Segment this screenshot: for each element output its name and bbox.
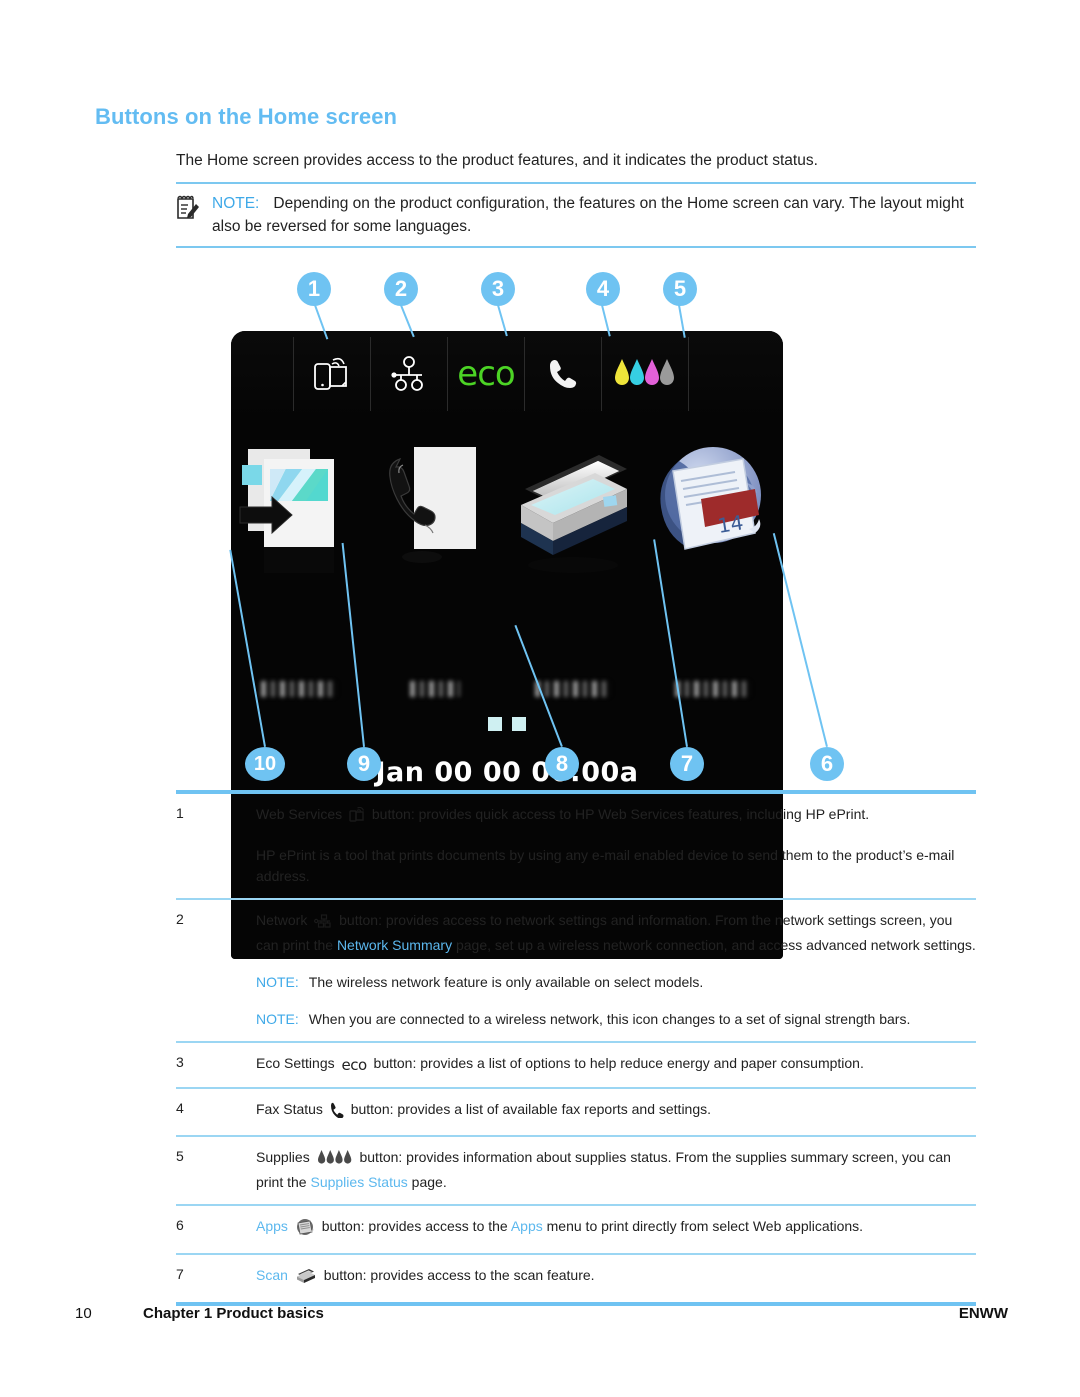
page-dot-2[interactable] <box>512 717 526 731</box>
apps-app-icon[interactable]: 14 <box>643 431 783 697</box>
callout-10: 10 <box>245 747 285 781</box>
xref-scan-lead[interactable]: Scan <box>256 1267 288 1283</box>
network-icon[interactable] <box>371 337 448 411</box>
display-toolbar: eco <box>231 331 783 417</box>
table-row: 6 Apps button: provides access to the Ap… <box>176 1206 976 1253</box>
date-time-display: Jan 00 00 00:00a <box>375 757 639 788</box>
row-number: 2 <box>176 911 184 927</box>
row-number: 7 <box>176 1266 184 1282</box>
scan-app-label <box>535 681 611 697</box>
network-icon <box>314 914 332 935</box>
footer-locale: ENWW <box>958 1305 1008 1322</box>
toolbar-blank-right <box>689 337 781 411</box>
table-row: 2 Network button: provides access to net… <box>176 900 976 1041</box>
supplies-icon <box>317 1149 353 1172</box>
callout-9: 9 <box>347 747 381 781</box>
row-number: 5 <box>176 1148 184 1164</box>
home-screen-figure: 1 2 3 4 5 eco 14 Jan 00 00 00:00a 10 9 8… <box>0 255 1080 959</box>
row-lead-text: Eco Settings <box>256 1055 335 1071</box>
intro-paragraph: The Home screen provides access to the p… <box>176 152 818 169</box>
notepad-pencil-icon <box>176 194 200 220</box>
note-callout-box: NOTE: Depending on the product configurat… <box>176 182 976 248</box>
scanner-icon <box>295 1267 317 1291</box>
row-number: 3 <box>176 1054 184 1070</box>
xref-network-summary[interactable]: Network Summary <box>337 937 452 953</box>
scan-app-icon[interactable] <box>503 431 643 697</box>
eco-settings-icon[interactable]: eco <box>448 337 525 411</box>
row-note-1: NOTE: The wireless network feature is onl… <box>256 972 976 993</box>
web-services-icon <box>349 806 365 829</box>
xref-apps-lead[interactable]: Apps <box>256 1218 288 1234</box>
callout-2: 2 <box>384 272 418 306</box>
page-title: Buttons on the Home screen <box>95 104 398 129</box>
eco-settings-icon: eco <box>341 1056 368 1074</box>
table-row: 3 Eco Settings eco button: provides a li… <box>176 1043 976 1087</box>
row-lead-text: Web Services <box>256 806 343 822</box>
toolbar-blank-left <box>231 337 294 411</box>
row-note-2: NOTE: When you are connected to a wireles… <box>256 1009 976 1030</box>
callout-4: 4 <box>586 272 620 306</box>
note-text: When you are connected to a wireless net… <box>308 1011 911 1027</box>
table-row: 5 Supplies button: provides information … <box>176 1137 976 1204</box>
note-text: The wireless network feature is only ava… <box>308 974 704 990</box>
row-tail-text: button: provides access to the scan feat… <box>319 1267 595 1283</box>
callout-8: 8 <box>545 747 579 781</box>
apps-badge-14: 14 <box>716 510 745 538</box>
row-tail-b: menu to print directly from select Web a… <box>542 1218 864 1234</box>
page-dot-1[interactable] <box>488 717 502 731</box>
table-row: 1 Web Services button: provides quick ac… <box>176 794 976 898</box>
footer-chapter: Chapter 1 Product basics <box>143 1305 324 1322</box>
row-lead-text: Network <box>256 912 308 928</box>
callout-5: 5 <box>663 272 697 306</box>
row-lead-text: Fax Status <box>256 1101 323 1117</box>
copy-app-icon[interactable] <box>231 431 367 697</box>
fax-status-icon <box>330 1101 344 1124</box>
page-footer: 10 Chapter 1 Product basics ENWW <box>0 1305 1080 1333</box>
row-tail-text: button: provides a list of available fax… <box>346 1101 712 1117</box>
supplies-icon[interactable] <box>602 337 689 411</box>
row-tail-a: button: provides access to the <box>317 1218 511 1234</box>
apps-app-label <box>675 681 751 697</box>
page-indicator-dots <box>488 717 526 731</box>
callout-6: 6 <box>810 747 844 781</box>
row-number: 1 <box>176 805 184 821</box>
xref-supplies-status[interactable]: Supplies Status <box>310 1174 407 1190</box>
row-extra-text: HP ePrint is a tool that prints document… <box>256 847 955 884</box>
row-tail-b: page, set up a wireless network connecti… <box>452 937 976 953</box>
web-services-icon[interactable] <box>294 337 371 411</box>
eco-label: eco <box>457 354 515 394</box>
row-tail-text: button: provides a list of options to he… <box>369 1055 864 1071</box>
fax-app-label <box>410 681 460 697</box>
note-label: NOTE: <box>256 974 299 990</box>
callout-1: 1 <box>297 272 331 306</box>
callout-3: 3 <box>481 272 515 306</box>
note-label: NOTE: <box>212 195 260 212</box>
row-tail-text: button: provides quick access to HP Web … <box>368 806 870 822</box>
table-row: 4 Fax Status button: provides a list of … <box>176 1089 976 1135</box>
fax-app-icon[interactable] <box>367 431 503 697</box>
row-number: 6 <box>176 1217 184 1233</box>
copy-app-label <box>261 681 337 697</box>
callout-7: 7 <box>670 747 704 781</box>
row-lead-text: Supplies <box>256 1149 310 1165</box>
row-tail-b: page. <box>407 1174 447 1190</box>
xref-apps-menu[interactable]: Apps <box>511 1218 543 1234</box>
note-text: Depending on the product configuration, … <box>212 195 964 235</box>
app-icon-row: 14 <box>231 431 783 697</box>
callout-description-table: 1 Web Services button: provides quick ac… <box>176 790 976 1306</box>
fax-status-icon[interactable] <box>525 337 602 411</box>
apps-globe-icon <box>295 1218 315 1242</box>
row-number: 4 <box>176 1100 184 1116</box>
note-label: NOTE: <box>256 1011 299 1027</box>
footer-page-number: 10 <box>75 1305 92 1322</box>
table-row: 7 Scan button: provides access to the sc… <box>176 1255 976 1302</box>
